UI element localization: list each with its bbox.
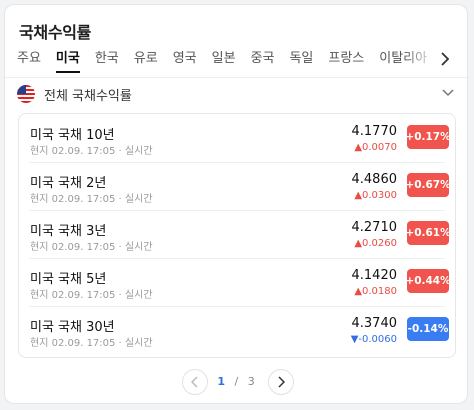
bond-change-value: ▲0.0070 bbox=[354, 142, 397, 153]
bond-name: 미국 국채 3년 bbox=[30, 224, 107, 239]
chevron-right-icon bbox=[278, 376, 285, 388]
bond-name: 미국 국채 5년 bbox=[30, 272, 107, 287]
pagination: 1 / 3 bbox=[5, 369, 467, 397]
tab-item[interactable]: 중국 bbox=[251, 49, 275, 73]
bond-change-percent-badge: +0.17% bbox=[405, 125, 451, 149]
tab-item[interactable]: 일본 bbox=[212, 49, 236, 73]
bond-change-value: ▲0.0180 bbox=[354, 286, 397, 297]
us-flag-icon bbox=[17, 85, 35, 103]
chevron-down-icon bbox=[441, 86, 455, 100]
bond-change-value: ▲0.0300 bbox=[354, 190, 397, 201]
page-title: 국채수익률 bbox=[19, 23, 92, 42]
bond-name: 미국 국채 10년 bbox=[30, 128, 115, 143]
bond-yield-value: 4.1770 bbox=[351, 124, 398, 139]
bond-timestamp: 현지 02.09. 17:05 · 실시간 bbox=[30, 146, 153, 157]
selector-label: 전체 국채수익률 bbox=[44, 88, 132, 104]
bond-timestamp: 현지 02.09. 17:05 · 실시간 bbox=[30, 338, 153, 349]
tab-item[interactable]: 한국 bbox=[95, 49, 119, 73]
divider bbox=[5, 77, 467, 78]
tab-item[interactable]: 프랑스 bbox=[328, 49, 364, 73]
bond-row[interactable]: 미국 국채 3년현지 02.09. 17:05 · 실시간 4.2710 ▲0.02… bbox=[19, 210, 455, 258]
chevron-right-icon bbox=[441, 52, 450, 66]
bond-change-value: ▼-0.0060 bbox=[350, 334, 397, 345]
bond-change-percent-badge: +0.44% bbox=[405, 269, 451, 293]
tab-item[interactable]: 주요 bbox=[17, 49, 41, 73]
bond-yield-value: 4.4860 bbox=[351, 172, 398, 187]
bond-category-selector[interactable]: 전체 국채수익률 bbox=[17, 81, 457, 107]
bond-row[interactable]: 미국 국채 5년현지 02.09. 17:05 · 실시간 4.1420 ▲0.01… bbox=[19, 258, 455, 306]
bond-list: 미국 국채 10년현지 02.09. 17:05 · 실시간 4.1770 ▲0.0… bbox=[18, 113, 456, 358]
tabs-next-button[interactable] bbox=[435, 48, 455, 70]
current-page: 1 bbox=[217, 375, 225, 388]
page-separator: / bbox=[234, 375, 239, 388]
treasury-yield-card: 국채수익률 주요미국한국유로영국일본중국독일프랑스이탈리아캐나다 전체 국채수익… bbox=[4, 4, 468, 404]
total-pages: 3 bbox=[247, 375, 255, 388]
bond-timestamp: 현지 02.09. 17:05 · 실시간 bbox=[30, 194, 153, 205]
bond-change-percent-badge: +0.61% bbox=[405, 221, 451, 245]
bond-yield-value: 4.2710 bbox=[351, 220, 398, 235]
bond-timestamp: 현지 02.09. 17:05 · 실시간 bbox=[30, 242, 153, 253]
next-page-button[interactable] bbox=[268, 369, 294, 395]
bond-change-value: ▲0.0260 bbox=[354, 238, 397, 249]
bond-name: 미국 국채 2년 bbox=[30, 176, 107, 191]
bond-name: 미국 국채 30년 bbox=[30, 320, 115, 335]
tab-item[interactable]: 독일 bbox=[289, 49, 313, 73]
bond-row[interactable]: 미국 국채 10년현지 02.09. 17:05 · 실시간 4.1770 ▲0.0… bbox=[19, 114, 455, 162]
tab-item[interactable]: 영국 bbox=[173, 49, 197, 73]
tab-item[interactable]: 미국 bbox=[55, 49, 80, 73]
tab-item[interactable]: 유로 bbox=[134, 49, 158, 73]
bond-timestamp: 현지 02.09. 17:05 · 실시간 bbox=[30, 290, 153, 301]
bond-row[interactable]: 미국 국채 30년현지 02.09. 17:05 · 실시간 4.3740 ▼-0.… bbox=[19, 306, 455, 354]
bond-yield-value: 4.3740 bbox=[351, 316, 398, 331]
page-indicator: 1 / 3 bbox=[5, 375, 467, 388]
bond-yield-value: 4.1420 bbox=[351, 268, 398, 283]
bond-change-percent-badge: -0.14% bbox=[407, 317, 449, 341]
country-tabs: 주요미국한국유로영국일본중국독일프랑스이탈리아캐나다 bbox=[17, 49, 453, 73]
bond-row[interactable]: 미국 국채 2년현지 02.09. 17:05 · 실시간 4.4860 ▲0.03… bbox=[19, 162, 455, 210]
bond-change-percent-badge: +0.67% bbox=[405, 173, 451, 197]
